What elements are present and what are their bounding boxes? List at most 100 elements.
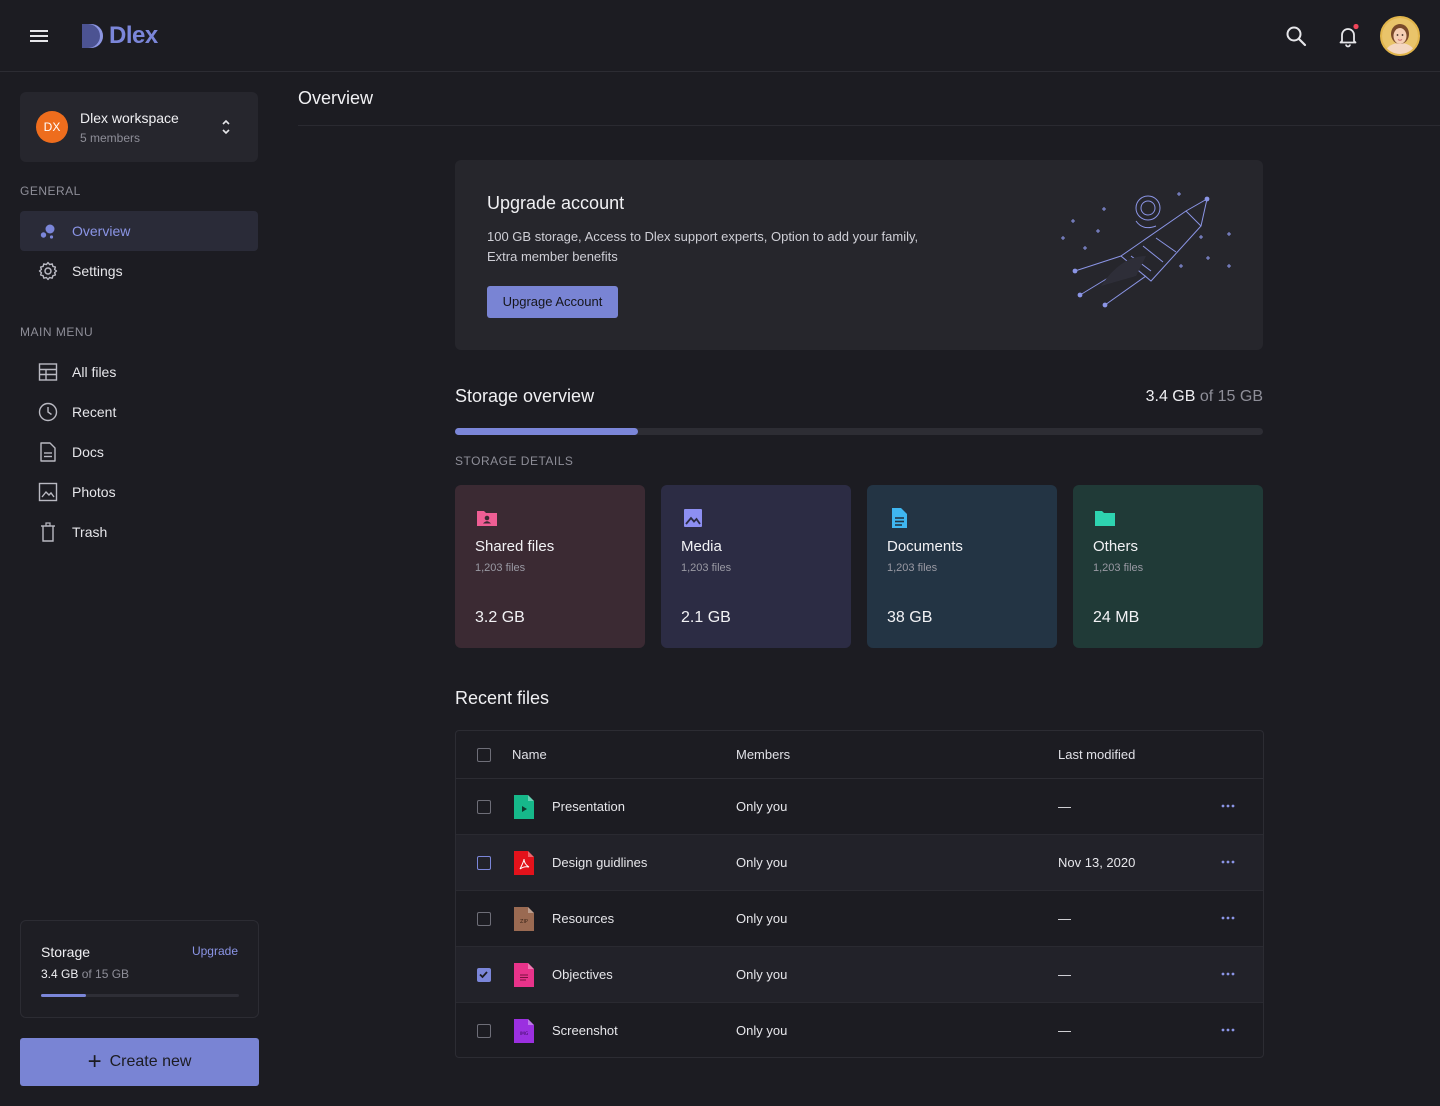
upgrade-account-button[interactable]: Upgrage Account — [487, 286, 618, 318]
sidebar-item-label: Trash — [72, 524, 108, 540]
presentation-file-icon — [514, 795, 534, 819]
text-file-icon — [514, 963, 534, 987]
row-checkbox[interactable] — [477, 912, 491, 926]
file-members: Only you — [736, 855, 788, 870]
upgrade-account-card: Upgrade account 100 GB storage, Access t… — [455, 160, 1263, 350]
sidebar-item-recent[interactable]: Recent — [20, 392, 258, 432]
svg-text:ZIP: ZIP — [520, 919, 528, 925]
user-avatar[interactable] — [1380, 16, 1420, 56]
file-members: Only you — [736, 911, 788, 926]
storage-category-card[interactable]: Media 1,203 files 2.1 GB — [661, 485, 851, 648]
document-icon — [38, 442, 58, 462]
menu-icon[interactable] — [30, 27, 50, 45]
file-last-modified: — — [1058, 1023, 1071, 1038]
select-all-checkbox[interactable] — [477, 748, 491, 762]
table-row[interactable]: ZIP Resources Only you — — [456, 891, 1263, 947]
sidebar-item-trash[interactable]: Trash — [20, 512, 258, 552]
file-members: Only you — [736, 799, 788, 814]
more-options-icon[interactable] — [1220, 966, 1236, 982]
file-last-modified: — — [1058, 799, 1071, 814]
storage-used-value: 3.4 GB — [41, 967, 79, 981]
logo[interactable]: Dlex — [80, 22, 158, 50]
column-header-members[interactable]: Members — [736, 747, 790, 762]
shared-folder-icon — [476, 507, 498, 529]
storage-category-card[interactable]: Others 1,203 files 24 MB — [1073, 485, 1263, 648]
storage-category-card[interactable]: Documents 1,203 files 38 GB — [867, 485, 1057, 648]
storage-category-card[interactable]: Shared files 1,203 files 3.2 GB — [455, 485, 645, 648]
sidebar-item-settings[interactable]: Settings — [20, 251, 258, 291]
workspace-avatar: DX — [36, 111, 68, 143]
workspace-switcher[interactable]: DX Dlex workspace 5 members — [20, 92, 258, 162]
category-title: Others — [1093, 538, 1139, 555]
file-name[interactable]: Resources — [552, 911, 614, 926]
storage-progress-bar — [41, 994, 239, 997]
category-file-count: 1,203 files — [887, 562, 938, 574]
zip-file-icon: ZIP — [514, 907, 534, 931]
table-row[interactable]: Design guidlines Only you Nov 13, 2020 — [456, 835, 1263, 891]
image-file-icon: IMG — [514, 1019, 534, 1043]
row-checkbox[interactable] — [477, 968, 491, 982]
plus-icon: + — [87, 1048, 102, 1075]
category-file-count: 1,203 files — [475, 562, 526, 574]
notification-bell-icon[interactable] — [1336, 23, 1360, 48]
storage-overview-amount: 3.4 GB of 15 GB — [1146, 388, 1263, 406]
photo-icon — [38, 482, 58, 502]
sidebar-item-label: Recent — [72, 404, 117, 420]
storage-total-value: of 15 GB — [78, 967, 130, 981]
sidebar-item-label: Settings — [72, 263, 123, 279]
storage-title: Storage — [41, 944, 91, 960]
more-options-icon[interactable] — [1220, 798, 1236, 814]
file-last-modified: — — [1058, 911, 1071, 926]
file-name[interactable]: Screenshot — [552, 1023, 618, 1038]
folder-icon — [1094, 507, 1116, 529]
sidebar-item-docs[interactable]: Docs — [20, 432, 258, 472]
document-icon — [888, 507, 910, 529]
category-size: 24 MB — [1093, 609, 1140, 626]
divider — [298, 125, 1440, 126]
file-name[interactable]: Objectives — [552, 967, 613, 982]
category-file-count: 1,203 files — [1093, 562, 1144, 574]
upgrade-link[interactable]: Upgrade — [192, 944, 238, 958]
column-header-last-modified[interactable]: Last modified — [1058, 747, 1135, 762]
main-menu-section-label: MAIN MENU — [20, 325, 94, 339]
more-options-icon[interactable] — [1220, 1022, 1236, 1038]
gear-icon — [38, 261, 58, 281]
file-name[interactable]: Design guidlines — [552, 855, 647, 870]
file-members: Only you — [736, 967, 788, 982]
row-checkbox[interactable] — [477, 1024, 491, 1038]
category-size: 38 GB — [887, 609, 933, 626]
table-row[interactable]: IMG Screenshot Only you — — [456, 1003, 1263, 1057]
chevron-up-down-icon — [222, 119, 230, 135]
row-checkbox[interactable] — [477, 800, 491, 814]
storage-details-label: STORAGE DETAILS — [455, 454, 574, 468]
upgrade-card-description: 100 GB storage, Access to Dlex support e… — [487, 229, 919, 264]
more-options-icon[interactable] — [1220, 854, 1236, 870]
sidebar-item-photos[interactable]: Photos — [20, 472, 258, 512]
storage-summary-card: Storage Upgrade 3.4 GB of 15 GB — [20, 920, 259, 1018]
table-row[interactable]: Objectives Only you — — [456, 947, 1263, 1003]
file-name[interactable]: Presentation — [552, 799, 625, 814]
table-row[interactable]: Presentation Only you — — [456, 779, 1263, 835]
sidebar-item-label: Docs — [72, 444, 104, 460]
file-last-modified: Nov 13, 2020 — [1058, 855, 1136, 870]
logo-text: Dlex — [109, 22, 158, 49]
file-last-modified: — — [1058, 967, 1071, 982]
more-options-icon[interactable] — [1220, 910, 1236, 926]
sidebar-item-label: Overview — [72, 223, 131, 239]
dlex-logo-icon — [82, 24, 103, 48]
sidebar-item-label: All files — [72, 364, 117, 380]
image-icon — [682, 507, 704, 529]
clock-icon — [38, 402, 58, 422]
column-header-name[interactable]: Name — [512, 747, 547, 762]
search-icon[interactable] — [1284, 24, 1308, 48]
storage-used-text: 3.4 GB of 15 GB — [41, 967, 129, 981]
category-title: Documents — [887, 538, 963, 555]
all-files-icon — [38, 362, 58, 382]
sidebar-item-overview[interactable]: Overview — [20, 211, 258, 251]
category-size: 2.1 GB — [681, 609, 731, 626]
create-new-button[interactable]: + Create new — [20, 1038, 259, 1086]
sidebar-item-all-files[interactable]: All files — [20, 352, 258, 392]
category-file-count: 1,203 files — [681, 562, 732, 574]
row-checkbox[interactable] — [477, 856, 491, 870]
storage-overview-used: 3.4 GB — [1145, 388, 1196, 405]
